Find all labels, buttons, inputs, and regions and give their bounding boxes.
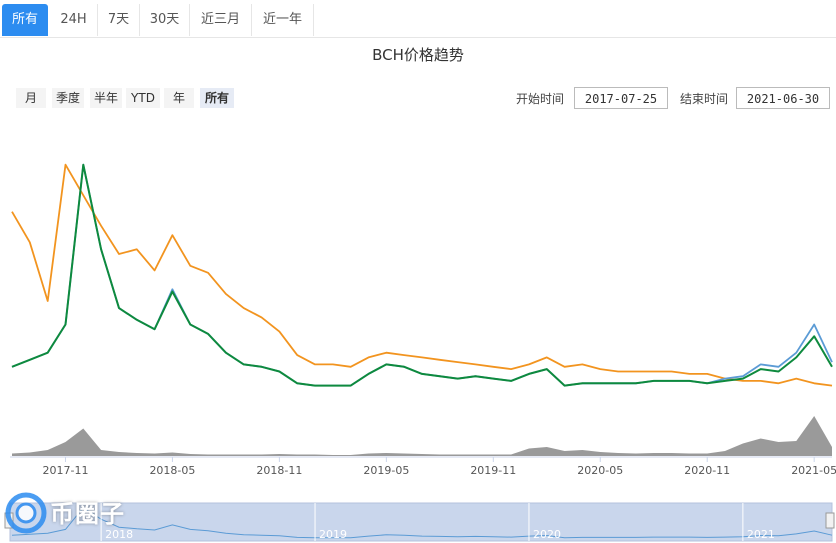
- x-tick-label: 2018-05: [149, 464, 195, 477]
- x-tick-label: 2019-05: [363, 464, 409, 477]
- price-series-line: [11, 163, 833, 387]
- logo: 币圈子: [4, 490, 154, 536]
- navigator-year-label: 2019: [319, 528, 347, 541]
- logo-text: 币圈子: [50, 500, 125, 528]
- volume-area: [12, 416, 832, 456]
- x-tick-label: 2017-11: [42, 464, 88, 477]
- x-tick-label: 2019-11: [470, 464, 516, 477]
- x-tick-label: 2020-05: [577, 464, 623, 477]
- price-chart: 2017-11 2018-05 2018-11 2019-05 2019-11 2020-…: [4, 163, 836, 542]
- x-tick-label: 2018-11: [256, 464, 302, 477]
- x-tick-label: 2020-11: [684, 464, 730, 477]
- price-series-line: [11, 163, 833, 387]
- x-tick-label: 2021-05: [791, 464, 836, 477]
- price-lines-group: [11, 163, 833, 387]
- volume-area-group: [12, 416, 832, 456]
- navigator-year-label: 2021: [747, 528, 775, 541]
- navigator-right-handle[interactable]: [825, 512, 835, 529]
- navigator-year-label: 2020: [533, 528, 561, 541]
- x-axis-ticks: 2017-11 2018-05 2018-11 2019-05 2019-11 2020-…: [42, 457, 836, 477]
- price-series-line: [11, 163, 833, 387]
- logo-icon: [5, 492, 47, 534]
